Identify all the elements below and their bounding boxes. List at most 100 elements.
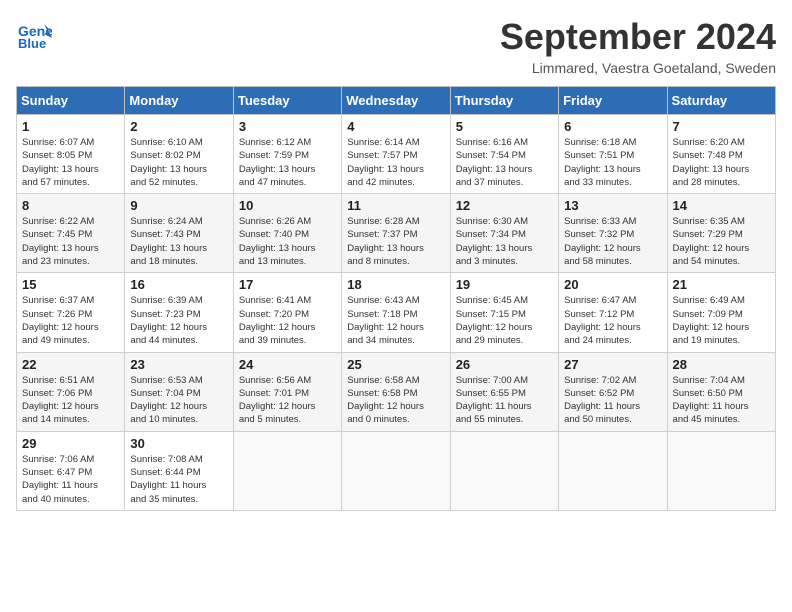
weekday-header-thursday: Thursday	[450, 87, 558, 115]
day-number: 1	[22, 119, 119, 134]
day-info: Sunrise: 6:10 AM Sunset: 8:02 PM Dayligh…	[130, 136, 227, 189]
day-number: 29	[22, 436, 119, 451]
day-number: 21	[673, 277, 770, 292]
calendar-week-3: 15 Sunrise: 6:37 AM Sunset: 7:26 PM Dayli…	[17, 273, 776, 352]
calendar-cell: 25Sunrise: 6:58 AM Sunset: 6:58 PM Dayli…	[342, 352, 450, 431]
day-number: 6	[564, 119, 661, 134]
day-number: 26	[456, 357, 553, 372]
calendar-body: 1 Sunrise: 6:07 AM Sunset: 8:05 PM Daylig…	[17, 115, 776, 511]
day-number: 13	[564, 198, 661, 213]
calendar-cell: 8 Sunrise: 6:22 AM Sunset: 7:45 PM Daylig…	[17, 194, 125, 273]
day-number: 24	[239, 357, 336, 372]
calendar-table: SundayMondayTuesdayWednesdayThursdayFrid…	[16, 86, 776, 511]
day-number: 15	[22, 277, 119, 292]
day-number: 28	[673, 357, 770, 372]
day-number: 10	[239, 198, 336, 213]
day-info: Sunrise: 6:33 AM Sunset: 7:32 PM Dayligh…	[564, 215, 661, 268]
calendar-cell: 29 Sunrise: 7:06 AM Sunset: 6:47 PM Dayli…	[17, 431, 125, 510]
calendar-cell: 20 Sunrise: 6:47 AM Sunset: 7:12 PM Dayli…	[559, 273, 667, 352]
calendar-cell: 30 Sunrise: 7:08 AM Sunset: 6:44 PM Dayli…	[125, 431, 233, 510]
calendar-week-5: 29 Sunrise: 7:06 AM Sunset: 6:47 PM Dayli…	[17, 431, 776, 510]
day-info: Sunrise: 7:04 AM Sunset: 6:50 PM Dayligh…	[673, 374, 770, 427]
day-number: 27	[564, 357, 661, 372]
calendar-cell: 12 Sunrise: 6:30 AM Sunset: 7:34 PM Dayli…	[450, 194, 558, 273]
location-title: Limmared, Vaestra Goetaland, Sweden	[500, 60, 776, 76]
day-number: 18	[347, 277, 444, 292]
day-info: Sunrise: 6:39 AM Sunset: 7:23 PM Dayligh…	[130, 294, 227, 347]
day-info: Sunrise: 7:06 AM Sunset: 6:47 PM Dayligh…	[22, 453, 119, 506]
calendar-week-1: 1 Sunrise: 6:07 AM Sunset: 8:05 PM Daylig…	[17, 115, 776, 194]
day-info: Sunrise: 6:41 AM Sunset: 7:20 PM Dayligh…	[239, 294, 336, 347]
day-number: 5	[456, 119, 553, 134]
day-number: 30	[130, 436, 227, 451]
day-number: 16	[130, 277, 227, 292]
day-info: Sunrise: 6:37 AM Sunset: 7:26 PM Dayligh…	[22, 294, 119, 347]
day-number: 14	[673, 198, 770, 213]
day-number: 9	[130, 198, 227, 213]
day-number: 23	[130, 357, 227, 372]
day-info: Sunrise: 6:12 AM Sunset: 7:59 PM Dayligh…	[239, 136, 336, 189]
calendar-cell: 9 Sunrise: 6:24 AM Sunset: 7:43 PM Daylig…	[125, 194, 233, 273]
calendar-cell: 10Sunrise: 6:26 AM Sunset: 7:40 PM Dayli…	[233, 194, 341, 273]
weekday-header-friday: Friday	[559, 87, 667, 115]
day-info: Sunrise: 6:28 AM Sunset: 7:37 PM Dayligh…	[347, 215, 444, 268]
day-info: Sunrise: 6:53 AM Sunset: 7:04 PM Dayligh…	[130, 374, 227, 427]
title-area: September 2024 Limmared, Vaestra Goetala…	[500, 16, 776, 76]
calendar-cell: 15 Sunrise: 6:37 AM Sunset: 7:26 PM Dayli…	[17, 273, 125, 352]
day-info: Sunrise: 6:45 AM Sunset: 7:15 PM Dayligh…	[456, 294, 553, 347]
calendar-cell: 16 Sunrise: 6:39 AM Sunset: 7:23 PM Dayli…	[125, 273, 233, 352]
weekday-header-wednesday: Wednesday	[342, 87, 450, 115]
calendar-cell: 22Sunrise: 6:51 AM Sunset: 7:06 PM Dayli…	[17, 352, 125, 431]
day-info: Sunrise: 6:07 AM Sunset: 8:05 PM Dayligh…	[22, 136, 119, 189]
calendar-cell: 27 Sunrise: 7:02 AM Sunset: 6:52 PM Dayli…	[559, 352, 667, 431]
day-info: Sunrise: 7:08 AM Sunset: 6:44 PM Dayligh…	[130, 453, 227, 506]
calendar-cell: 14 Sunrise: 6:35 AM Sunset: 7:29 PM Dayli…	[667, 194, 775, 273]
day-info: Sunrise: 7:02 AM Sunset: 6:52 PM Dayligh…	[564, 374, 661, 427]
calendar-cell	[559, 431, 667, 510]
day-number: 8	[22, 198, 119, 213]
calendar-cell	[342, 431, 450, 510]
day-number: 7	[673, 119, 770, 134]
weekday-header-monday: Monday	[125, 87, 233, 115]
day-number: 11	[347, 198, 444, 213]
day-number: 12	[456, 198, 553, 213]
calendar-cell: 17 Sunrise: 6:41 AM Sunset: 7:20 PM Dayli…	[233, 273, 341, 352]
day-info: Sunrise: 6:30 AM Sunset: 7:34 PM Dayligh…	[456, 215, 553, 268]
day-number: 4	[347, 119, 444, 134]
calendar-cell	[450, 431, 558, 510]
logo: General Blue	[16, 16, 52, 52]
weekday-header-tuesday: Tuesday	[233, 87, 341, 115]
calendar-cell: 13 Sunrise: 6:33 AM Sunset: 7:32 PM Dayli…	[559, 194, 667, 273]
calendar-cell: 4 Sunrise: 6:14 AM Sunset: 7:57 PM Daylig…	[342, 115, 450, 194]
calendar-cell	[233, 431, 341, 510]
day-info: Sunrise: 6:16 AM Sunset: 7:54 PM Dayligh…	[456, 136, 553, 189]
day-info: Sunrise: 6:24 AM Sunset: 7:43 PM Dayligh…	[130, 215, 227, 268]
calendar-cell: 6 Sunrise: 6:18 AM Sunset: 7:51 PM Daylig…	[559, 115, 667, 194]
day-number: 17	[239, 277, 336, 292]
day-number: 3	[239, 119, 336, 134]
weekday-header-sunday: Sunday	[17, 87, 125, 115]
day-info: Sunrise: 6:51 AM Sunset: 7:06 PM Dayligh…	[22, 374, 119, 427]
calendar-cell: 28 Sunrise: 7:04 AM Sunset: 6:50 PM Dayli…	[667, 352, 775, 431]
day-info: Sunrise: 6:14 AM Sunset: 7:57 PM Dayligh…	[347, 136, 444, 189]
day-info: Sunrise: 6:20 AM Sunset: 7:48 PM Dayligh…	[673, 136, 770, 189]
day-info: Sunrise: 6:22 AM Sunset: 7:45 PM Dayligh…	[22, 215, 119, 268]
svg-text:Blue: Blue	[18, 36, 46, 51]
calendar-cell: 18 Sunrise: 6:43 AM Sunset: 7:18 PM Dayli…	[342, 273, 450, 352]
day-info: Sunrise: 7:00 AM Sunset: 6:55 PM Dayligh…	[456, 374, 553, 427]
calendar-cell: 26 Sunrise: 7:00 AM Sunset: 6:55 PM Dayli…	[450, 352, 558, 431]
calendar-cell: 7 Sunrise: 6:20 AM Sunset: 7:48 PM Daylig…	[667, 115, 775, 194]
day-info: Sunrise: 6:58 AM Sunset: 6:58 PM Dayligh…	[347, 374, 444, 427]
day-number: 2	[130, 119, 227, 134]
calendar-cell: 5 Sunrise: 6:16 AM Sunset: 7:54 PM Daylig…	[450, 115, 558, 194]
day-info: Sunrise: 6:35 AM Sunset: 7:29 PM Dayligh…	[673, 215, 770, 268]
calendar-cell: 21Sunrise: 6:49 AM Sunset: 7:09 PM Dayli…	[667, 273, 775, 352]
day-info: Sunrise: 6:47 AM Sunset: 7:12 PM Dayligh…	[564, 294, 661, 347]
month-title: September 2024	[500, 16, 776, 58]
calendar-cell	[667, 431, 775, 510]
calendar-cell: 2 Sunrise: 6:10 AM Sunset: 8:02 PM Daylig…	[125, 115, 233, 194]
calendar-cell: 11 Sunrise: 6:28 AM Sunset: 7:37 PM Dayli…	[342, 194, 450, 273]
day-info: Sunrise: 6:43 AM Sunset: 7:18 PM Dayligh…	[347, 294, 444, 347]
day-info: Sunrise: 6:18 AM Sunset: 7:51 PM Dayligh…	[564, 136, 661, 189]
day-number: 20	[564, 277, 661, 292]
